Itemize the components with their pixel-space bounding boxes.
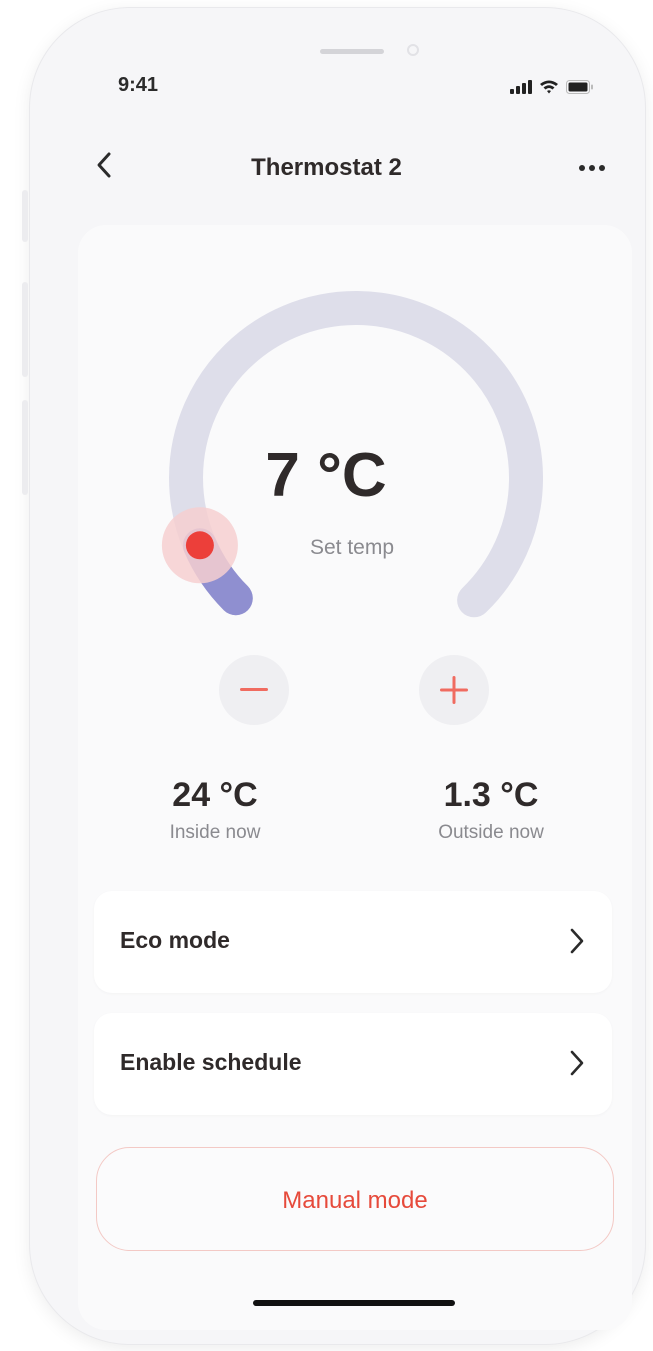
temperature-dial[interactable]: [0, 0, 653, 700]
eco-mode-label: Eco mode: [120, 927, 230, 953]
outside-temp-label: Outside now: [438, 822, 544, 843]
set-temp-label: Set temp: [309, 536, 395, 559]
dial-knob[interactable]: [185, 531, 214, 560]
plus-icon: [440, 676, 468, 704]
inside-temp-label: Inside now: [169, 822, 261, 843]
chevron-right-icon: [570, 1050, 584, 1081]
outside-temp-value: 1.3 °C: [443, 776, 539, 814]
set-temp-value: 7 °C: [265, 441, 387, 510]
minus-icon: [240, 688, 268, 691]
enable-schedule-label: Enable schedule: [120, 1049, 302, 1075]
decrease-button[interactable]: [219, 655, 289, 725]
enable-schedule-row[interactable]: Enable schedule: [94, 1013, 612, 1115]
home-indicator: [253, 1300, 455, 1306]
manual-mode-label: Manual mode: [282, 1187, 428, 1214]
manual-mode-button[interactable]: Manual mode: [96, 1147, 614, 1251]
increase-button[interactable]: [419, 655, 489, 725]
eco-mode-row[interactable]: Eco mode: [94, 891, 612, 993]
inside-temp-value: 24 °C: [172, 776, 258, 814]
chevron-right-icon: [570, 928, 584, 959]
